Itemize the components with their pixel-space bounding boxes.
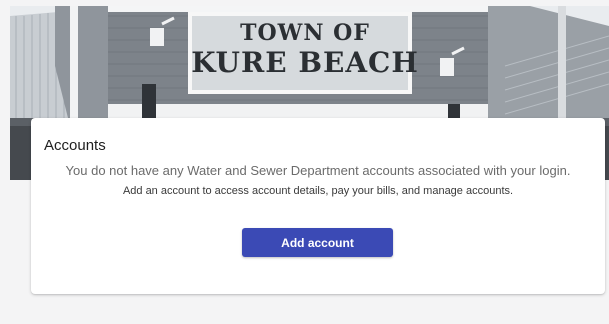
no-accounts-message: You do not have any Water and Sewer Depa… [65,163,571,178]
sign-line-town-of: TOWN OF [240,20,370,46]
sign-line-kure-beach: KURE BEACH [191,46,419,79]
accounts-card: Accounts You do not have any Water and S… [31,118,605,294]
add-account-instructions: Add an account to access account details… [122,185,514,197]
accounts-title: Accounts [44,137,106,154]
add-account-button[interactable]: Add account [242,228,393,257]
